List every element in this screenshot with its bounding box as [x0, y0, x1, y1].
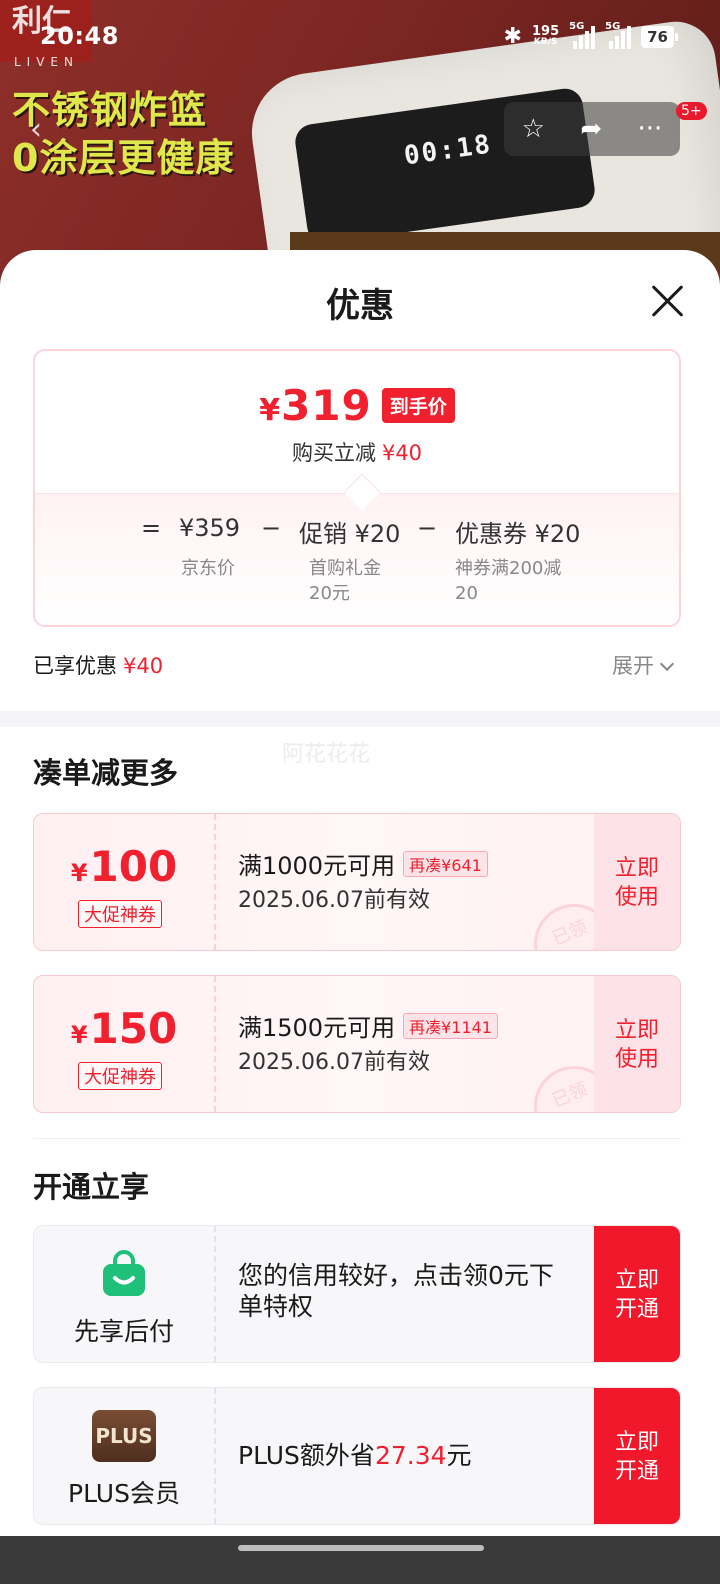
- message-count-badge: 5+: [676, 102, 707, 120]
- service-name: 先享后付: [73, 1317, 174, 1346]
- coupon-currency: ¥: [70, 1021, 88, 1049]
- coupon-amount-block: ¥100 大促神券: [34, 814, 216, 950]
- coupon-more-needed: 再凑¥641: [403, 851, 488, 877]
- signal-type-2: 5G: [605, 20, 621, 32]
- bottom-nav-area: [0, 1536, 720, 1584]
- jd-price-label: 京东价: [181, 558, 235, 579]
- sheet-title: 优惠: [326, 286, 394, 326]
- watermark: 阿花花花: [282, 742, 371, 767]
- signal-type: 5G: [569, 20, 585, 32]
- pay-later-card: 先享后付 您的信用较好，点击领0元下单特权 立即 开通: [33, 1225, 681, 1363]
- plus-desc-suffix: 元: [446, 1441, 472, 1470]
- section-title-open: 开通立享: [33, 1170, 150, 1204]
- open-now-button[interactable]: 立即 开通: [594, 1226, 680, 1362]
- discount-sheet: 优惠 ¥319 到手价 购买立减 ¥40 = ¥359 − 促销 ¥20 − 优惠…: [0, 250, 720, 1584]
- promo-line-2: 0涂层更健康: [12, 136, 235, 180]
- coupon-condition-text: 满1500元可用: [238, 1014, 396, 1042]
- coupon-condition-text: 满1000元可用: [238, 852, 396, 880]
- use-now-button[interactable]: 立即 使用: [594, 976, 680, 1112]
- plus-logo-icon: PLUS: [92, 1410, 156, 1462]
- price-calculation: = ¥359 − 促销 ¥20 − 优惠券 ¥20 京东价 首购礼金 20元 神…: [35, 493, 679, 625]
- enjoyed-discount-value: ¥40: [123, 654, 164, 678]
- final-price-amount: 319: [281, 381, 372, 430]
- service-name: PLUS会员: [68, 1479, 180, 1508]
- coupon-card: ¥100 大促神券 满1000元可用 再凑¥641 2025.06.07前有效 已…: [33, 813, 681, 951]
- use-now-button[interactable]: 立即 使用: [594, 814, 680, 950]
- coupon-more-needed: 再凑¥1141: [403, 1013, 498, 1039]
- promo-text: 不锈钢炸篮 0涂层更健康: [12, 86, 234, 182]
- service-description: PLUS额外省27.34元: [238, 1440, 578, 1471]
- coupon-condition: 满1000元可用 再凑¥641: [238, 846, 488, 881]
- battery-icon: 76: [641, 25, 678, 48]
- chevron-down-icon: [659, 656, 675, 672]
- instant-discount-row: 购买立减 ¥40: [35, 437, 679, 467]
- minus-sign-2: −: [417, 514, 438, 542]
- shopping-bag-icon: [103, 1250, 145, 1296]
- promo-line-1: 不锈钢炸篮: [12, 88, 208, 132]
- expand-button[interactable]: 展开: [612, 650, 675, 680]
- coupon-condition: 满1500元可用 再凑¥1141: [238, 1008, 498, 1043]
- instant-discount-value: ¥40: [381, 441, 423, 465]
- status-time: 20:48: [40, 22, 119, 50]
- back-arrow-icon[interactable]: ‹: [30, 112, 42, 147]
- coupon-type-badge: 大促神券: [78, 900, 162, 928]
- coupon-validity: 2025.06.07前有效: [238, 1050, 430, 1075]
- coupon-currency: ¥: [70, 859, 88, 887]
- product-image: 00:18 利仁 LIVEN 不锈钢炸篮 0涂层更健康 ‹ ☆ ➦ ··· 5+…: [0, 0, 720, 270]
- star-icon[interactable]: ☆: [522, 114, 545, 144]
- section-divider: [0, 711, 720, 727]
- enjoyed-discount: 已享优惠 ¥40: [33, 650, 163, 680]
- plus-desc-prefix: PLUS额外省: [238, 1441, 375, 1470]
- coupon-validity: 2025.06.07前有效: [238, 888, 430, 913]
- service-icon-block: PLUS PLUS会员: [34, 1388, 216, 1524]
- top-action-bar: ☆ ➦ ···: [504, 102, 680, 156]
- plus-savings-value: 27.34: [374, 1441, 447, 1470]
- section-title-more: 凑单减更多: [33, 756, 179, 790]
- open-now-button[interactable]: 立即 开通: [594, 1388, 680, 1524]
- plus-membership-card: PLUS PLUS会员 PLUS额外省27.34元 立即 开通: [33, 1387, 681, 1525]
- fryer-timer-display: 00:18: [402, 129, 494, 172]
- coupon-card: ¥150 大促神券 满1500元可用 再凑¥1141 2025.06.07前有效 …: [33, 975, 681, 1113]
- divider: [33, 1138, 681, 1139]
- promo-discount: 促销 ¥20: [299, 520, 401, 548]
- coupon-type-badge: 大促神券: [78, 1062, 162, 1090]
- coupon-amount-block: ¥150 大促神券: [34, 976, 216, 1112]
- final-price-section: ¥319 到手价 购买立减 ¥40: [35, 351, 679, 493]
- enjoyed-discount-label: 已享优惠: [33, 654, 117, 678]
- network-speed-unit: KB/S: [533, 36, 558, 47]
- price-breakdown-card: ¥319 到手价 购买立减 ¥40 = ¥359 − 促销 ¥20 − 优惠券 ¥…: [33, 349, 681, 627]
- coupon-discount-sub: 神券满200减 20: [455, 558, 562, 604]
- coupon-amount-value: 150: [89, 1004, 178, 1053]
- coupon-discount: 优惠券 ¥20: [455, 520, 581, 548]
- signal-icon: 5G: [569, 21, 596, 49]
- network-speed: 195 KB/S: [532, 25, 559, 48]
- service-icon-block: 先享后付: [34, 1226, 216, 1362]
- coupon-amount-value: 100: [89, 842, 178, 891]
- promo-discount-sub: 首购礼金 20元: [309, 558, 381, 604]
- minus-sign: −: [261, 514, 282, 542]
- more-icon[interactable]: ···: [638, 114, 663, 144]
- coupon-amount: ¥100: [34, 842, 214, 891]
- final-price: ¥319: [259, 381, 372, 430]
- expand-label: 展开: [612, 654, 654, 678]
- final-price-tag: 到手价: [381, 388, 455, 423]
- instant-discount-label: 购买立减: [291, 441, 376, 465]
- coupon-amount: ¥150: [34, 1004, 214, 1053]
- bluetooth-icon: ✱: [503, 24, 522, 49]
- final-price-currency: ¥: [259, 393, 282, 428]
- equals-sign: =: [141, 514, 162, 542]
- final-price-row: ¥319 到手价: [35, 381, 679, 430]
- share-icon[interactable]: ➦: [580, 114, 602, 144]
- signal-icon-2: 5G: [605, 21, 632, 49]
- close-icon[interactable]: [648, 280, 688, 320]
- status-icons: ✱ 195 KB/S 5G 5G 76: [503, 21, 678, 49]
- home-indicator[interactable]: [238, 1545, 484, 1551]
- service-description: 您的信用较好，点击领0元下单特权: [238, 1261, 554, 1321]
- jd-price: ¥359: [179, 514, 241, 542]
